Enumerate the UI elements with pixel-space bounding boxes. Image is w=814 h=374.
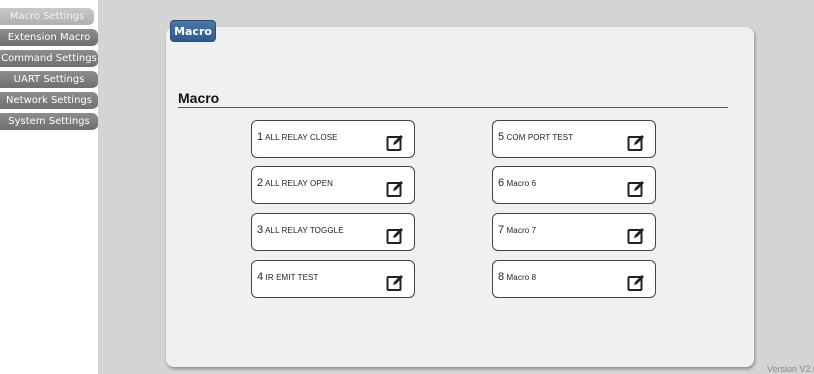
sidebar-item-uart-settings[interactable]: UART Settings: [0, 71, 98, 89]
sidebar-item-network-settings[interactable]: Network Settings: [0, 92, 98, 110]
section-divider: [178, 107, 728, 108]
edit-icon[interactable]: [386, 180, 404, 198]
panel-tab-macro: Macro: [170, 20, 216, 42]
version-label: Version V2.0: [766, 364, 814, 374]
edit-icon[interactable]: [386, 274, 404, 292]
macro-button-8[interactable]: 8 Macro 8: [492, 260, 656, 298]
macro-label: 8 Macro 8: [498, 271, 537, 283]
macro-button-5[interactable]: 5 COM PORT TEST: [492, 120, 656, 158]
macro-button-6[interactable]: 6 Macro 6: [492, 166, 656, 204]
macro-button-7[interactable]: 7 Macro 7: [492, 213, 656, 251]
sidebar-item-system-settings[interactable]: System Settings: [0, 113, 98, 131]
macro-label: 5 COM PORT TEST: [498, 131, 574, 143]
section-title: Macro: [178, 90, 220, 106]
macro-button-1[interactable]: 1 ALL RELAY CLOSE: [251, 120, 415, 158]
macro-label: 4 IR EMIT TEST: [257, 271, 319, 283]
edit-icon[interactable]: [627, 274, 645, 292]
edit-icon[interactable]: [386, 134, 404, 152]
macro-label: 7 Macro 7: [498, 224, 537, 236]
macro-label: 6 Macro 6: [498, 177, 537, 189]
macro-button-3[interactable]: 3 ALL RELAY TOGGLE: [251, 213, 415, 251]
edit-icon[interactable]: [627, 180, 645, 198]
sidebar: Macro Settings Extension Macro Command S…: [0, 0, 98, 374]
macro-button-4[interactable]: 4 IR EMIT TEST: [251, 260, 415, 298]
macro-label: 2 ALL RELAY OPEN: [257, 177, 334, 189]
sidebar-item-extension-macro[interactable]: Extension Macro: [0, 29, 98, 47]
main-area: Macro Macro 1 ALL RELAY CLOSE 2 ALL RELA…: [98, 0, 814, 374]
edit-icon[interactable]: [627, 227, 645, 245]
macro-button-2[interactable]: 2 ALL RELAY OPEN: [251, 166, 415, 204]
edit-icon[interactable]: [386, 227, 404, 245]
sidebar-item-macro-settings[interactable]: Macro Settings: [0, 8, 94, 26]
macro-label: 3 ALL RELAY TOGGLE: [257, 224, 344, 236]
sidebar-item-command-settings[interactable]: Command Settings: [0, 50, 98, 68]
macro-label: 1 ALL RELAY CLOSE: [257, 131, 338, 143]
edit-icon[interactable]: [627, 134, 645, 152]
